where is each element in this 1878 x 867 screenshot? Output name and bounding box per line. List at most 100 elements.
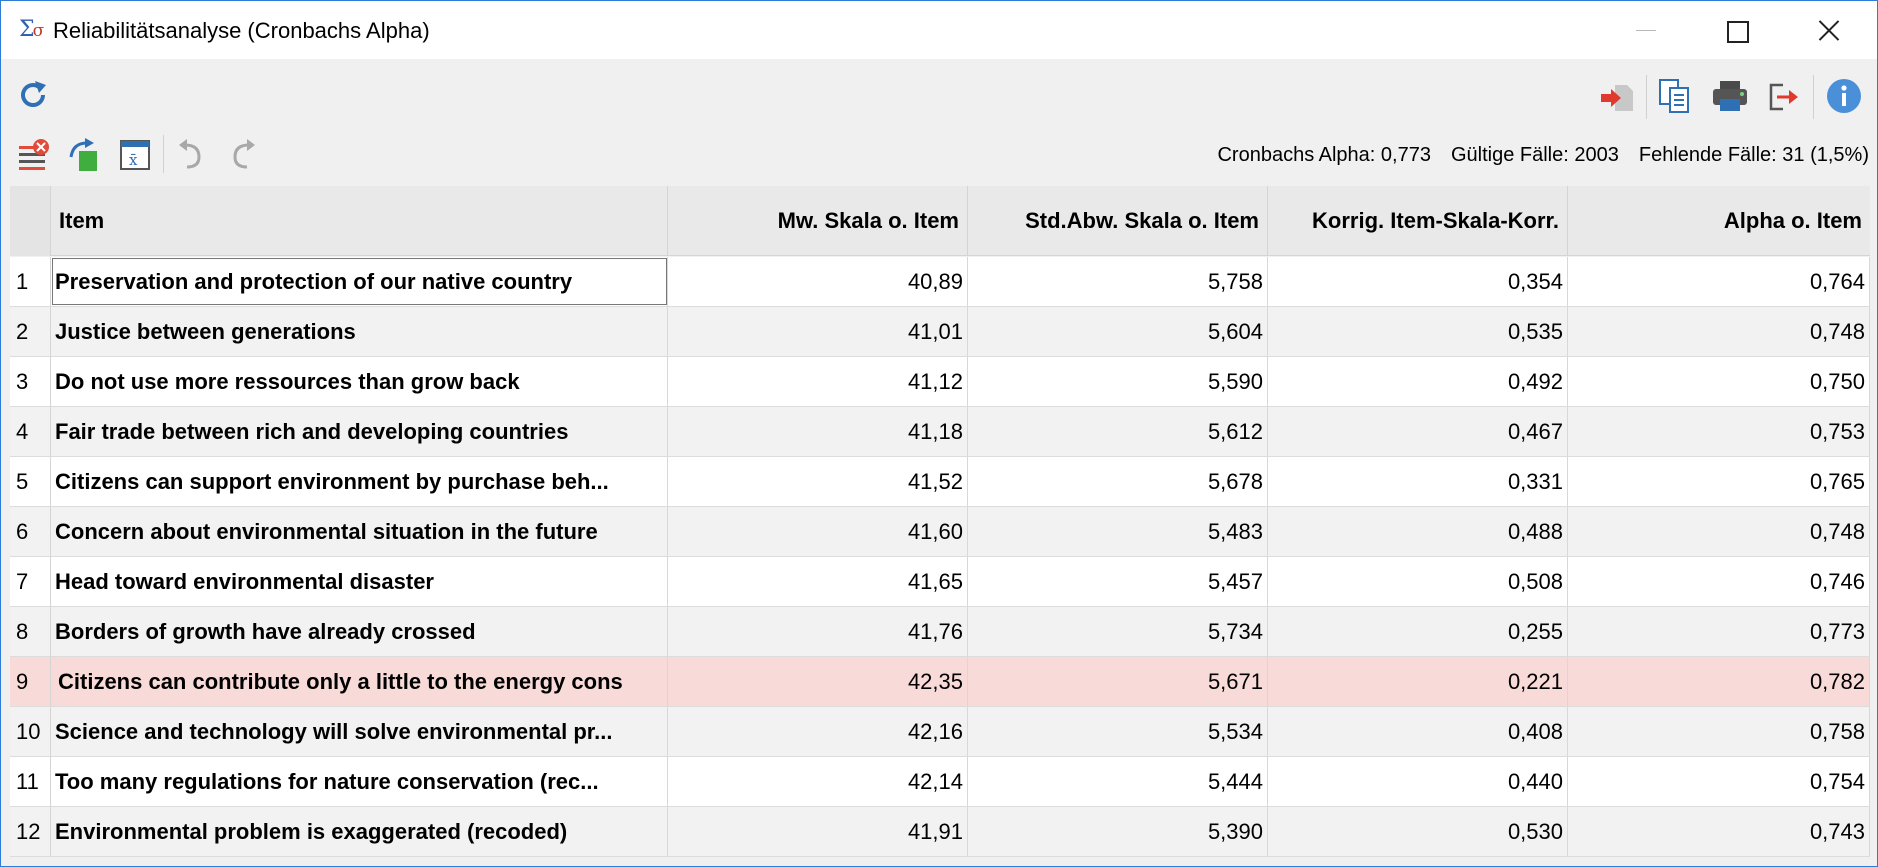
cell-mean[interactable]: 41,12 (668, 357, 968, 406)
table-row[interactable]: 7 Head toward environmental disaster 41,65… (10, 557, 1870, 607)
cell-correlation[interactable]: 0,530 (1268, 807, 1568, 856)
cell-correlation[interactable]: 0,535 (1268, 307, 1568, 356)
cell-item[interactable]: Citizens can support environment by purc… (51, 457, 668, 506)
row-number[interactable]: 2 (10, 307, 51, 356)
table-row[interactable]: 12 Environmental problem is exaggerated (… (10, 807, 1870, 857)
cell-mean[interactable]: 41,91 (668, 807, 968, 856)
import-arrow-icon[interactable] (1599, 79, 1635, 115)
cell-item[interactable]: Borders of growth have already crossed (51, 607, 668, 656)
table-row[interactable]: 1 Preservation and protection of our nati… (10, 257, 1870, 307)
cell-alpha[interactable]: 0,753 (1568, 407, 1870, 456)
printer-icon[interactable] (1711, 79, 1749, 115)
cell-alpha[interactable]: 0,750 (1568, 357, 1870, 406)
row-number[interactable]: 3 (10, 357, 51, 406)
cell-sd[interactable]: 5,678 (968, 457, 1268, 506)
cell-alpha[interactable]: 0,782 (1568, 657, 1870, 706)
header-item[interactable]: Item (51, 186, 668, 256)
header-corrected-correlation[interactable]: Korrig. Item-Skala-Korr. (1268, 186, 1568, 256)
cell-mean[interactable]: 40,89 (668, 257, 968, 306)
cell-alpha[interactable]: 0,746 (1568, 557, 1870, 606)
cell-mean[interactable]: 42,14 (668, 757, 968, 806)
cell-sd[interactable]: 5,444 (968, 757, 1268, 806)
table-row[interactable]: 9 Citizens can contribute only a little t… (10, 657, 1870, 707)
row-number[interactable]: 5 (10, 457, 51, 506)
undo-icon[interactable] (177, 139, 205, 171)
excel-export-icon[interactable] (67, 137, 101, 173)
cell-correlation[interactable]: 0,255 (1268, 607, 1568, 656)
cell-correlation[interactable]: 0,221 (1268, 657, 1568, 706)
cell-sd[interactable]: 5,758 (968, 257, 1268, 306)
header-alpha-if-deleted[interactable]: Alpha o. Item (1568, 186, 1870, 256)
cell-sd[interactable]: 5,457 (968, 557, 1268, 606)
cell-mean[interactable]: 41,65 (668, 557, 968, 606)
formula-window-icon[interactable]: x̄ (119, 139, 151, 171)
cell-alpha[interactable]: 0,773 (1568, 607, 1870, 656)
cell-alpha[interactable]: 0,758 (1568, 707, 1870, 756)
cell-alpha[interactable]: 0,748 (1568, 507, 1870, 556)
row-number[interactable]: 6 (10, 507, 51, 556)
cell-correlation[interactable]: 0,467 (1268, 407, 1568, 456)
cell-sd[interactable]: 5,390 (968, 807, 1268, 856)
cell-sd[interactable]: 5,604 (968, 307, 1268, 356)
cell-mean[interactable]: 42,35 (668, 657, 968, 706)
table-row[interactable]: 2 Justice between generations 41,01 5,604 0,… (10, 307, 1870, 357)
cell-correlation[interactable]: 0,408 (1268, 707, 1568, 756)
cell-item[interactable]: Too many regulations for nature conserva… (51, 757, 668, 806)
close-button[interactable] (1781, 1, 1871, 59)
copy-icon[interactable] (1657, 77, 1693, 115)
cell-mean[interactable]: 42,16 (668, 707, 968, 756)
cell-correlation[interactable]: 0,488 (1268, 507, 1568, 556)
info-icon[interactable] (1825, 77, 1863, 115)
cell-sd[interactable]: 5,534 (968, 707, 1268, 756)
header-sd[interactable]: Std.Abw. Skala o. Item (968, 186, 1268, 256)
minimize-button[interactable] (1601, 1, 1691, 59)
cell-correlation[interactable]: 0,492 (1268, 357, 1568, 406)
cell-mean[interactable]: 41,01 (668, 307, 968, 356)
cell-alpha[interactable]: 0,764 (1568, 257, 1870, 306)
row-number[interactable]: 11 (10, 757, 51, 806)
exit-icon[interactable] (1767, 79, 1801, 115)
row-number[interactable]: 7 (10, 557, 51, 606)
table-row[interactable]: 3 Do not use more ressources than grow ba… (10, 357, 1870, 407)
table-row[interactable]: 8 Borders of growth have already crossed 4… (10, 607, 1870, 657)
header-mean[interactable]: Mw. Skala o. Item (668, 186, 968, 256)
cell-mean[interactable]: 41,76 (668, 607, 968, 656)
cell-item[interactable]: Preservation and protection of our nativ… (51, 257, 668, 306)
cell-sd[interactable]: 5,612 (968, 407, 1268, 456)
cell-item[interactable]: Justice between generations (51, 307, 668, 356)
cell-item[interactable]: Concern about environmental situation in… (51, 507, 668, 556)
row-number[interactable]: 9 (10, 657, 51, 706)
cell-sd[interactable]: 5,734 (968, 607, 1268, 656)
cell-item[interactable]: Fair trade between rich and developing c… (51, 407, 668, 456)
cell-mean[interactable]: 41,18 (668, 407, 968, 456)
cell-item[interactable]: Citizens can contribute only a little to… (51, 657, 668, 706)
cell-alpha[interactable]: 0,748 (1568, 307, 1870, 356)
cell-item[interactable]: Do not use more ressources than grow bac… (51, 357, 668, 406)
cell-item[interactable]: Head toward environmental disaster (51, 557, 668, 606)
cell-alpha[interactable]: 0,765 (1568, 457, 1870, 506)
row-number[interactable]: 8 (10, 607, 51, 656)
table-row[interactable]: 5 Citizens can support environment by pur… (10, 457, 1870, 507)
table-row[interactable]: 11 Too many regulations for nature conser… (10, 757, 1870, 807)
cell-item[interactable]: Science and technology will solve enviro… (51, 707, 668, 756)
table-row[interactable]: 6 Concern about environmental situation i… (10, 507, 1870, 557)
remove-list-icon[interactable] (17, 138, 51, 172)
cell-sd[interactable]: 5,671 (968, 657, 1268, 706)
row-number[interactable]: 10 (10, 707, 51, 756)
cell-mean[interactable]: 41,52 (668, 457, 968, 506)
cell-correlation[interactable]: 0,354 (1268, 257, 1568, 306)
cell-sd[interactable]: 5,590 (968, 357, 1268, 406)
table-row[interactable]: 4 Fair trade between rich and developing … (10, 407, 1870, 457)
cell-correlation[interactable]: 0,508 (1268, 557, 1568, 606)
row-number[interactable]: 12 (10, 807, 51, 856)
maximize-button[interactable] (1691, 1, 1781, 59)
cell-mean[interactable]: 41,60 (668, 507, 968, 556)
cell-alpha[interactable]: 0,743 (1568, 807, 1870, 856)
redo-icon[interactable] (229, 139, 257, 171)
cell-alpha[interactable]: 0,754 (1568, 757, 1870, 806)
cell-correlation[interactable]: 0,331 (1268, 457, 1568, 506)
refresh-icon[interactable] (15, 77, 51, 113)
row-number[interactable]: 1 (10, 257, 51, 306)
row-number[interactable]: 4 (10, 407, 51, 456)
cell-correlation[interactable]: 0,440 (1268, 757, 1568, 806)
